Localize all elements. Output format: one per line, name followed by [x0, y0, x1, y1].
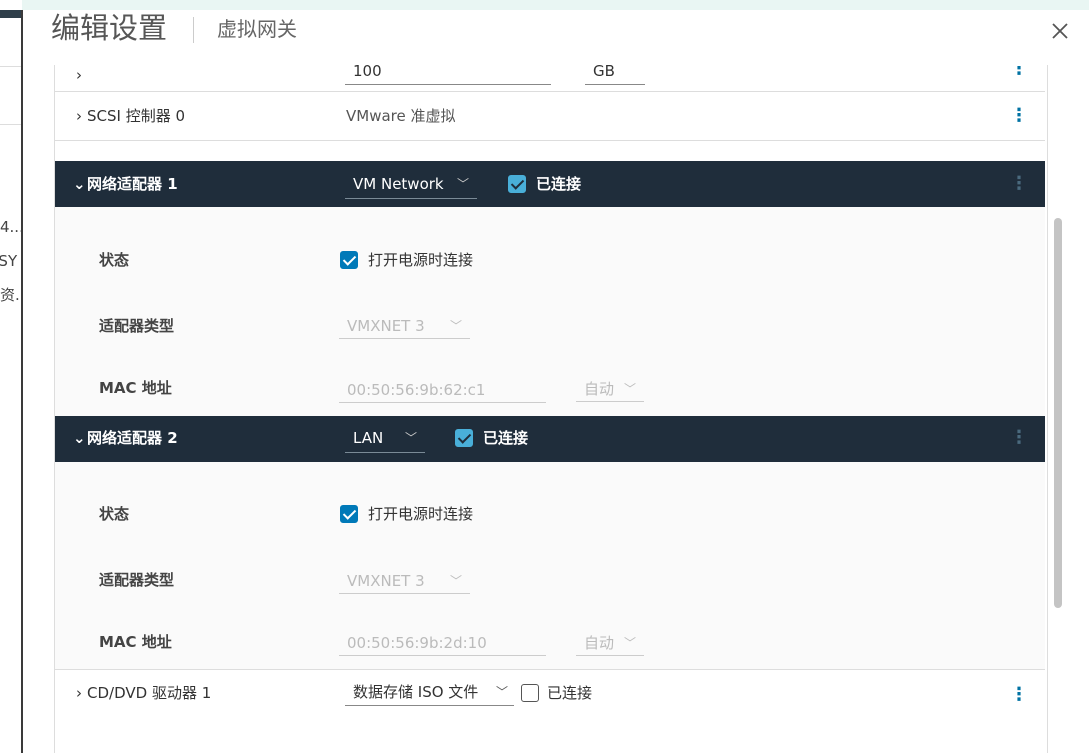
- row-label: ⌄网络适配器 1: [73, 174, 178, 194]
- disk-unit-select[interactable]: GB: [585, 65, 645, 85]
- mac-address-input: 00:50:56:9b:2d:10: [339, 630, 546, 656]
- background-text: 资...: [0, 286, 22, 304]
- network-select[interactable]: VM Network ﹀: [345, 170, 477, 199]
- title-separator: [193, 17, 194, 43]
- chevron-down-icon: ﹀: [404, 431, 417, 445]
- adapter-type-select: VMXNET 3 ﹀: [339, 568, 470, 594]
- background-text: JSY: [0, 252, 18, 270]
- chevron-down-icon: ﹀: [456, 177, 469, 191]
- mac-address-input: 00:50:56:9b:62:c1: [339, 377, 546, 403]
- mac-mode-value: 自动: [584, 634, 615, 652]
- network-select[interactable]: LAN ﹀: [345, 424, 425, 453]
- chevron-right-icon: ›: [76, 66, 82, 84]
- dialog-header: 编辑设置 虚拟网关: [23, 10, 1089, 70]
- row-label: › CD/DVD 驱动器 1: [73, 683, 211, 703]
- chevron-down-icon: ⌄: [73, 175, 86, 193]
- chevron-down-icon: ﹀: [495, 685, 508, 699]
- chevron-down-icon: ﹀: [623, 382, 636, 396]
- network-adapter-1-details: 状态 打开电源时连接 适配器类型 VMXNET 3 ﹀ MAC 地址 00:50…: [55, 207, 1045, 416]
- background-header: [0, 10, 22, 18]
- network-adapter-2-header[interactable]: ⌄网络适配器 2 LAN ﹀ 已连接 ⋮: [55, 416, 1045, 462]
- more-options-icon[interactable]: ⋮: [1010, 683, 1028, 707]
- scsi-label: SCSI 控制器 0: [87, 107, 186, 125]
- edit-settings-dialog: 编辑设置 虚拟网关 › 100 GB ⋮ › SCSI 控制器 0 VMware …: [23, 10, 1089, 753]
- network-adapter-2-details: 状态 打开电源时连接 适配器类型 VMXNET 3 ﹀ MAC 地址 00:50…: [55, 462, 1045, 669]
- dialog-title: 编辑设置: [51, 11, 168, 45]
- mac-mode-select: 自动 ﹀: [576, 630, 644, 656]
- more-options-icon[interactable]: ⋮: [1010, 172, 1028, 196]
- adapter-type-select: VMXNET 3 ﹀: [339, 313, 470, 339]
- scsi-value: VMware 准虚拟: [346, 107, 456, 125]
- cd-label: CD/DVD 驱动器 1: [87, 684, 212, 702]
- chevron-down-icon: ⌄: [73, 429, 86, 447]
- net2-label: 网络适配器 2: [87, 429, 178, 447]
- adapter-type-label: 适配器类型: [99, 571, 175, 589]
- scrollbar-thumb[interactable]: [1054, 218, 1062, 608]
- disk-size-input[interactable]: 100: [345, 65, 551, 85]
- hard-disk-row[interactable]: › 100 GB ⋮: [55, 65, 1045, 92]
- chevron-right-icon: ›: [76, 684, 82, 702]
- power-on-connect-checkbox[interactable]: [340, 505, 358, 523]
- adapter-type-value: VMXNET 3: [347, 317, 425, 335]
- adapter-type-value: VMXNET 3: [347, 572, 425, 590]
- network-select-value: VM Network: [353, 175, 444, 193]
- row-label: ⌄网络适配器 2: [73, 428, 178, 448]
- mac-mode-select: 自动 ﹀: [576, 376, 644, 402]
- close-icon[interactable]: [1047, 18, 1073, 44]
- background-text: 4...: [0, 218, 22, 236]
- network-adapter-1-header[interactable]: ⌄网络适配器 1 VM Network ﹀ 已连接 ⋮: [55, 161, 1045, 207]
- power-on-connect-label: 打开电源时连接: [368, 251, 474, 269]
- cd-connected-label: 已连接: [547, 684, 593, 702]
- net1-label: 网络适配器 1: [87, 175, 178, 193]
- connected-label: 已连接: [483, 429, 529, 447]
- row-label: › SCSI 控制器 0: [73, 106, 185, 126]
- scsi-controller-row[interactable]: › SCSI 控制器 0 VMware 准虚拟 ⋮: [55, 92, 1045, 141]
- settings-list[interactable]: › 100 GB ⋮ › SCSI 控制器 0 VMware 准虚拟 ⋮ ⌄网络适…: [54, 65, 1048, 753]
- background-page: 4... JSY 资...: [0, 0, 22, 753]
- power-on-connect-checkbox[interactable]: [340, 251, 358, 269]
- chevron-right-icon: ›: [76, 107, 82, 125]
- connected-label: 已连接: [536, 175, 582, 193]
- chevron-down-icon: ﹀: [449, 574, 462, 588]
- row-label: ›: [73, 65, 87, 85]
- mac-address-label: MAC 地址: [99, 633, 172, 651]
- mac-mode-value: 自动: [584, 380, 615, 398]
- status-label: 状态: [99, 505, 130, 523]
- connected-checkbox[interactable]: [455, 429, 473, 447]
- chevron-down-icon: ﹀: [623, 636, 636, 650]
- status-label: 状态: [99, 251, 130, 269]
- mac-address-label: MAC 地址: [99, 379, 172, 397]
- more-options-icon[interactable]: ⋮: [1010, 426, 1028, 450]
- more-options-icon[interactable]: ⋮: [1010, 65, 1028, 81]
- background-divider: [0, 66, 22, 67]
- cd-source-value: 数据存储 ISO 文件: [353, 683, 479, 701]
- power-on-connect-label: 打开电源时连接: [368, 505, 474, 523]
- adapter-type-label: 适配器类型: [99, 317, 175, 335]
- network-select-value: LAN: [353, 429, 384, 447]
- next-device-row[interactable]: [55, 723, 1045, 753]
- dialog-subtitle: 虚拟网关: [217, 17, 297, 41]
- cd-dvd-drive-row[interactable]: › CD/DVD 驱动器 1 数据存储 ISO 文件 ﹀ 已连接 ⋮: [55, 669, 1045, 724]
- more-options-icon[interactable]: ⋮: [1010, 104, 1028, 128]
- cd-connected-checkbox[interactable]: [521, 684, 539, 702]
- connected-checkbox[interactable]: [508, 175, 526, 193]
- background-divider: [0, 124, 22, 125]
- chevron-down-icon: ﹀: [449, 319, 462, 333]
- cd-source-select[interactable]: 数据存储 ISO 文件 ﹀: [345, 678, 514, 706]
